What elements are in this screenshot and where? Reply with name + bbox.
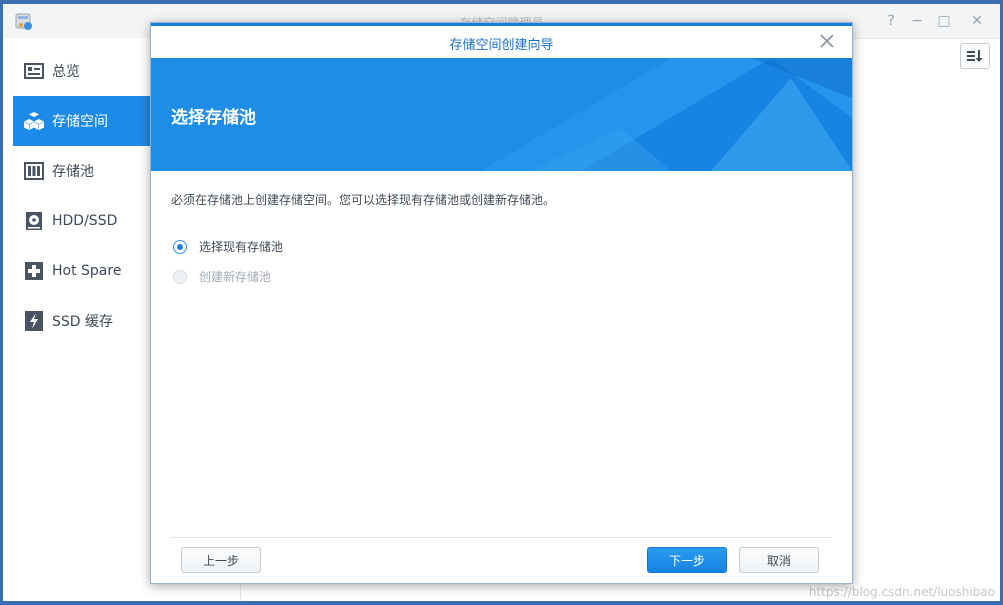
sidebar-item-label: Hot Spare <box>52 263 122 279</box>
close-window-icon[interactable]: ✕ <box>966 10 988 32</box>
hot-spare-plus-icon <box>23 260 45 282</box>
sidebar-item-label: 总览 <box>52 64 80 80</box>
wizard-banner: 选择存储池 <box>151 58 852 171</box>
watermark-text: https://blog.csdn.net/luoshibao <box>808 585 995 599</box>
option-label: 创建新存储池 <box>199 270 272 284</box>
radio-disabled <box>173 269 187 284</box>
next-button[interactable]: 下一步 <box>647 547 727 573</box>
help-icon[interactable]: ? <box>880 10 902 32</box>
sidebar-item-label: 存储空间 <box>52 114 108 130</box>
cancel-button[interactable]: 取消 <box>739 547 819 573</box>
sort-button[interactable] <box>960 43 990 69</box>
wizard-step-heading: 选择存储池 <box>171 108 256 128</box>
sort-icon <box>967 50 983 62</box>
option-label: 选择现有存储池 <box>199 240 284 254</box>
disk-icon <box>23 210 45 232</box>
dialog-title: 存储空间创建向导 <box>449 38 554 53</box>
volume-cubes-icon <box>23 110 45 132</box>
storage-pool-icon <box>23 160 45 182</box>
banner-decoration <box>481 58 852 171</box>
maximize-icon[interactable]: □ <box>933 10 955 32</box>
prev-button[interactable]: 上一步 <box>181 547 261 573</box>
option-create-new-pool: 创建新存储池 <box>173 268 271 285</box>
dialog-header[interactable]: 存储空间创建向导 <box>151 23 852 58</box>
footer-divider <box>171 537 832 538</box>
minimize-icon[interactable]: − <box>906 10 928 32</box>
sidebar-item-label: 存储池 <box>52 164 94 180</box>
ssd-cache-bolt-icon <box>23 310 45 332</box>
close-icon[interactable] <box>818 32 836 50</box>
option-select-existing-pool[interactable]: 选择现有存储池 <box>173 238 283 255</box>
sidebar-item-label: SSD 缓存 <box>52 314 114 330</box>
radio-selected[interactable] <box>173 239 187 254</box>
sidebar-item-label: HDD/SSD <box>52 213 118 229</box>
volume-creation-wizard-dialog: 存储空间创建向导 选择存储池 必须在存储池上创建存储空间。您可以选择现有存储池或… <box>150 22 853 584</box>
wizard-description: 必须在存储池上创建存储空间。您可以选择现有存储池或创建新存储池。 <box>171 193 556 207</box>
overview-icon <box>23 60 45 82</box>
